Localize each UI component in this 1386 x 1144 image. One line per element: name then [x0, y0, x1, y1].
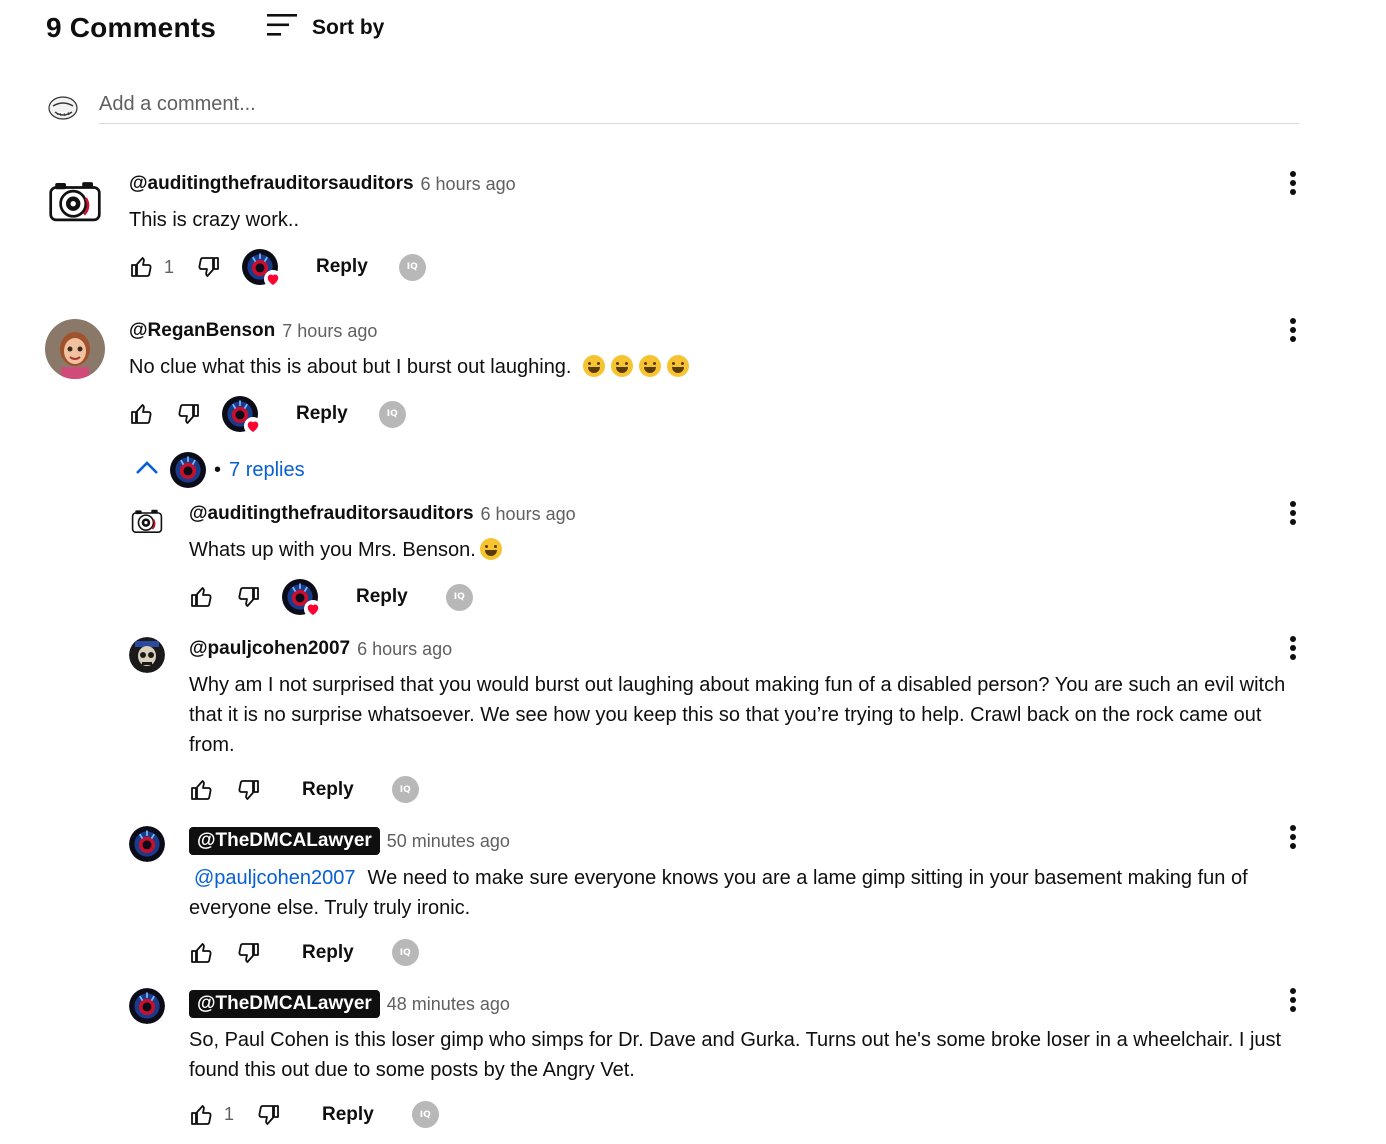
reply-button[interactable]: Reply [302, 779, 354, 801]
reply-header: @TheDMCALawyer 50 minutes ago [189, 827, 510, 855]
more-vertical-icon[interactable] [1289, 171, 1297, 199]
reply-time[interactable]: 48 minutes ago [387, 994, 510, 1015]
creator-heart [242, 249, 278, 285]
thumbs-up-icon[interactable] [128, 254, 154, 280]
iq-icon[interactable]: IQ [445, 583, 473, 611]
mention-link[interactable]: @pauljcohen2007 [194, 867, 356, 889]
comments-header: 9 Comments [46, 12, 216, 44]
reply-text: Why am I not surprised that you would bu… [189, 674, 1286, 756]
laughing-emoji-icon [639, 355, 662, 377]
comment-text: This is crazy work.. [129, 209, 300, 231]
reply-author[interactable]: @TheDMCALawyer [189, 827, 380, 855]
reply-header: @auditingthefrauditorsauditors 6 hours a… [189, 503, 576, 525]
more-vertical-icon[interactable] [1289, 636, 1297, 664]
more-vertical-icon[interactable] [1289, 501, 1297, 529]
thumbs-up-icon[interactable] [128, 401, 154, 427]
separator-dot: • [214, 458, 222, 481]
sort-button[interactable]: Sort by [266, 12, 384, 43]
comment-time[interactable]: 7 hours ago [282, 321, 377, 342]
avatar[interactable] [131, 507, 163, 535]
reply-header: @pauljcohen2007 6 hours ago [189, 638, 452, 660]
add-comment-row [46, 86, 1299, 124]
creator-avatar [170, 452, 206, 488]
thumbs-down-icon[interactable] [176, 401, 202, 427]
comment-author[interactable]: @auditingthefrauditorsauditors [129, 173, 414, 195]
heart-icon [304, 600, 322, 618]
heart-icon [264, 270, 282, 288]
comment-text: No clue what this is about but I burst o… [129, 352, 1279, 382]
chevron-up-icon [134, 458, 160, 483]
more-vertical-icon[interactable] [1289, 825, 1297, 853]
reply-actions: 1 Reply IQ [188, 1101, 439, 1128]
iq-icon[interactable]: IQ [391, 939, 419, 966]
comment-text-body: No clue what this is about but I burst o… [129, 356, 578, 378]
reply-text: @pauljcohen2007 We need to make sure ever… [189, 863, 1309, 923]
avatar[interactable] [129, 637, 165, 673]
comment-header: @auditingthefrauditorsauditors 6 hours a… [129, 173, 516, 195]
comment-count: 9 Comments [46, 12, 217, 43]
reply-button[interactable]: Reply [316, 256, 368, 278]
thumbs-down-icon[interactable] [236, 777, 262, 803]
iq-icon[interactable]: IQ [398, 253, 426, 281]
replies-toggle[interactable]: • 7 replies [134, 452, 305, 488]
avatar[interactable] [48, 178, 104, 228]
add-comment-input[interactable] [99, 86, 1299, 124]
sort-label: Sort by [312, 15, 385, 39]
iq-icon[interactable]: IQ [391, 776, 419, 803]
avatar[interactable] [129, 988, 165, 1024]
more-vertical-icon[interactable] [1289, 988, 1297, 1016]
reply-actions: Reply IQ [188, 776, 419, 803]
reply-header: @TheDMCALawyer 48 minutes ago [189, 990, 510, 1018]
creator-heart [282, 579, 318, 615]
laughing-emoji-icon [611, 355, 634, 377]
sort-icon [266, 12, 298, 43]
thumbs-up-icon[interactable] [188, 1102, 214, 1128]
heart-icon [244, 417, 262, 435]
reply-actions: Reply IQ [188, 579, 473, 615]
comment-actions: Reply IQ [128, 396, 406, 432]
reply-time[interactable]: 6 hours ago [481, 504, 576, 525]
reply-actions: Reply IQ [188, 939, 419, 966]
comment-actions: 1 Reply IQ [128, 249, 426, 285]
iq-icon[interactable]: IQ [411, 1101, 439, 1128]
replies-count[interactable]: 7 replies [229, 459, 305, 482]
iq-icon[interactable]: IQ [378, 400, 406, 428]
reply-author[interactable]: @TheDMCALawyer [189, 990, 380, 1018]
creator-heart [222, 396, 258, 432]
more-vertical-icon[interactable] [1289, 318, 1297, 346]
comment-time[interactable]: 6 hours ago [421, 174, 516, 195]
reply-author[interactable]: @auditingthefrauditorsauditors [189, 503, 474, 525]
avatar[interactable] [129, 826, 165, 862]
thumbs-down-icon[interactable] [236, 584, 262, 610]
reply-time[interactable]: 50 minutes ago [387, 831, 510, 852]
current-user-avatar [46, 90, 80, 124]
smile-emoji-icon [479, 538, 502, 560]
reply-text: Whats up with you Mrs. Benson. [189, 535, 1289, 565]
thumbs-up-icon[interactable] [188, 584, 214, 610]
like-count: 1 [224, 1104, 235, 1124]
thumbs-up-icon[interactable] [188, 940, 214, 966]
thumbs-down-icon[interactable] [256, 1102, 282, 1128]
avatar[interactable] [45, 319, 105, 379]
comment-header: @ReganBenson 7 hours ago [129, 320, 377, 342]
laughing-emoji-icon [667, 355, 690, 377]
thumbs-up-icon[interactable] [188, 777, 214, 803]
reply-button[interactable]: Reply [356, 586, 408, 608]
reply-button[interactable]: Reply [302, 942, 354, 964]
thumbs-down-icon[interactable] [196, 254, 222, 280]
reply-text: So, Paul Cohen is this loser gimp who si… [189, 1029, 1282, 1081]
reply-button[interactable]: Reply [296, 403, 348, 425]
like-count: 1 [164, 256, 175, 277]
reply-button[interactable]: Reply [322, 1104, 374, 1126]
laughing-emoji-icon [583, 355, 606, 377]
reply-text-body: Whats up with you Mrs. Benson. [189, 539, 476, 561]
thumbs-down-icon[interactable] [236, 940, 262, 966]
reply-time[interactable]: 6 hours ago [357, 639, 452, 660]
comment-author[interactable]: @ReganBenson [129, 320, 275, 342]
reply-author[interactable]: @pauljcohen2007 [189, 638, 350, 660]
